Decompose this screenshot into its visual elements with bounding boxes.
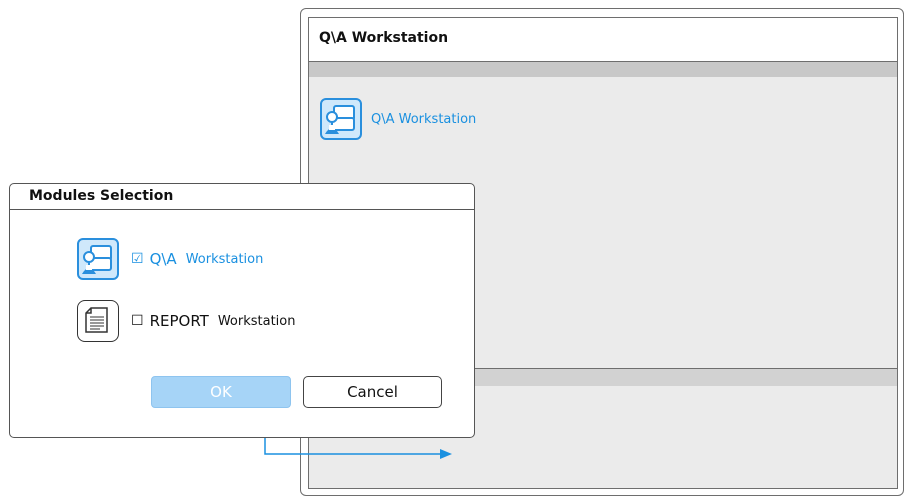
module-option-qa[interactable]: ☑ Q\A Workstation: [77, 238, 263, 280]
qa-module-entry[interactable]: Q\A Workstation: [320, 98, 476, 140]
cancel-button[interactable]: Cancel: [303, 376, 442, 408]
qa-module-name: Q\A: [149, 250, 177, 268]
workstation-icon: [320, 98, 362, 140]
workstation-icon: [77, 238, 119, 280]
modules-selection-dialog: Modules Selection ☑ Q\A Workstation ☐ RE…: [9, 183, 475, 438]
qa-checkbox[interactable]: ☑: [131, 251, 144, 267]
module-option-report[interactable]: ☐ REPORT Workstation: [77, 300, 295, 342]
dialog-title: Modules Selection: [10, 184, 474, 210]
report-document-icon: [77, 300, 119, 342]
qa-window-title: Q\A Workstation: [308, 17, 898, 63]
report-checkbox[interactable]: ☐: [131, 313, 144, 329]
report-module-subtitle: Workstation: [217, 313, 296, 329]
qa-module-label: Q\A Workstation: [371, 111, 477, 127]
ok-button[interactable]: OK: [151, 376, 291, 408]
qa-module-subtitle: Workstation: [185, 251, 264, 267]
report-module-name: REPORT: [149, 312, 209, 330]
qa-window-toolbar-strip: [308, 61, 898, 78]
